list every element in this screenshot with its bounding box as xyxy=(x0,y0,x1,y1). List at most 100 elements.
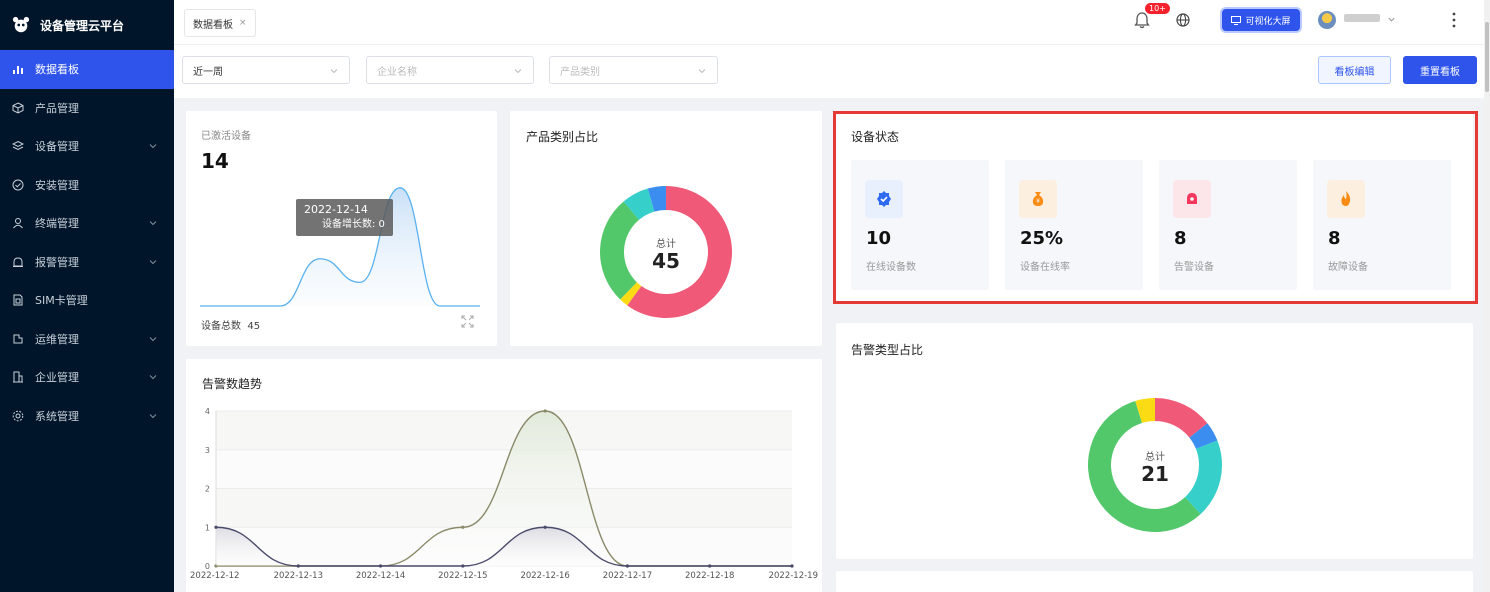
sidebar-item-7[interactable]: 运维管理 xyxy=(0,320,174,359)
globe-icon[interactable] xyxy=(1176,13,1190,27)
chevron-down-icon xyxy=(149,336,157,341)
app-logo[interactable]: 设备管理云平台 xyxy=(0,0,174,50)
category-placeholder: 产品类别 xyxy=(560,66,600,78)
chevron-down-icon xyxy=(149,144,157,149)
bell-icon[interactable] xyxy=(1134,11,1150,29)
trend-point-0-5[interactable] xyxy=(625,564,630,568)
sidebar-item-6[interactable]: SIM卡管理 xyxy=(0,281,174,320)
tab-close-icon[interactable]: × xyxy=(239,18,247,28)
product-total: 总计 45 xyxy=(626,235,706,272)
sidebar-item-label: 运维管理 xyxy=(35,332,79,346)
activated-devices-card: 已激活设备 14 2022-12-14 设备增长数: 0 设备总数 45 xyxy=(186,111,497,346)
y-tick-label: 3 xyxy=(205,446,210,455)
gear-icon xyxy=(12,410,24,422)
check-circle-icon xyxy=(12,179,24,191)
alarm-trend-title: 告警数趋势 xyxy=(202,377,263,391)
next-card-partial xyxy=(836,571,1473,592)
sidebar-item-4[interactable]: 终端管理 xyxy=(0,204,174,243)
scrollbar-thumb[interactable] xyxy=(1485,22,1489,92)
chevron-down-icon xyxy=(514,69,522,74)
product-category-title: 产品类别占比 xyxy=(526,130,599,144)
trend-point-0-4[interactable] xyxy=(543,525,547,529)
sidebar-item-label: 数据看板 xyxy=(35,63,79,77)
sidebar-item-9[interactable]: 系统管理 xyxy=(0,397,174,436)
alarm-total-label: 总计 xyxy=(1145,452,1165,463)
grid-band-3 xyxy=(216,411,792,450)
chevron-down-icon xyxy=(149,221,157,226)
trend-point-1-4[interactable] xyxy=(543,409,547,413)
total-value: 45 xyxy=(247,321,261,332)
edit-dashboard-button[interactable]: 看板编辑 xyxy=(1318,56,1391,84)
x-tick-label: 2022-12-16 xyxy=(520,571,569,581)
alarm-trend-card: 告警数趋势 0 1 2 3 4 2022-12-12 2022-12-13 2022-12-1… xyxy=(186,359,822,592)
chevron-down-icon xyxy=(330,69,338,74)
alarm-total: 总计 21 xyxy=(1115,448,1195,485)
trend-point-0-0[interactable] xyxy=(214,525,218,529)
filter-bar: 近一周 企业名称 产品类别 看板编辑 重置看板 xyxy=(174,45,1490,98)
trend-point-0-1[interactable] xyxy=(296,564,300,568)
sidebar-menu: 数据看板产品管理 设备管理安装管理终端管理报警管理 SIM卡管理运维管理企业管理系统… xyxy=(0,50,174,435)
x-tick-label: 2022-12-14 xyxy=(356,571,405,581)
sidebar-item-1[interactable]: 产品管理 xyxy=(0,89,174,128)
x-tick-label: 2022-12-18 xyxy=(685,571,734,581)
logo-icon xyxy=(12,16,30,33)
sidebar-item-0[interactable]: 数据看板 xyxy=(0,50,174,89)
notification-badge: 10+ xyxy=(1145,3,1170,14)
alarm-icon xyxy=(13,257,23,267)
chevron-down-icon xyxy=(149,375,157,380)
cube-icon xyxy=(12,102,24,114)
tooltip-text: 设备增长数: 0 xyxy=(322,219,385,230)
trend-point-1-3[interactable] xyxy=(461,525,465,529)
alarm-type-card: 告警类型占比 总计 21 xyxy=(836,323,1473,559)
x-tick-label: 2022-12-13 xyxy=(274,571,323,581)
trend-point-0-2[interactable] xyxy=(378,564,383,568)
sidebar: 设备管理云平台 数据看板产品管理 设备管理安装管理终端管理报警管理 SIM卡管理运维… xyxy=(0,0,174,592)
chevron-down-icon[interactable] xyxy=(1387,15,1396,24)
chevron-down-icon xyxy=(149,259,157,264)
sidebar-item-8[interactable]: 企业管理 xyxy=(0,358,174,397)
x-tick-label: 2022-12-19 xyxy=(769,571,818,581)
visual-screen-label: 可视化大屏 xyxy=(1245,16,1291,27)
product-total-label: 总计 xyxy=(656,239,676,250)
tool-icon xyxy=(13,334,23,344)
y-tick-label: 0 xyxy=(205,562,210,571)
y-tick-label: 1 xyxy=(205,523,210,532)
sidebar-item-5[interactable]: 报警管理 xyxy=(0,243,174,282)
sim-card-icon xyxy=(13,294,23,306)
sidebar-item-3[interactable]: 安装管理 xyxy=(0,166,174,205)
expand-icon[interactable] xyxy=(461,315,474,328)
y-tick-label: 2 xyxy=(205,485,210,494)
visual-screen-button[interactable]: 可视化大屏 xyxy=(1222,9,1300,31)
avatar[interactable] xyxy=(1318,11,1336,29)
trend-point-0-3[interactable] xyxy=(461,564,465,568)
x-tick-label: 2022-12-12 xyxy=(190,571,239,581)
product-total-value: 45 xyxy=(652,249,680,273)
top-bar: 数据看板 × 10+ 可视化大屏 xyxy=(174,0,1490,45)
highlight-box xyxy=(833,111,1478,304)
sidebar-item-label: 报警管理 xyxy=(35,255,79,269)
company-select[interactable]: 企业名称 xyxy=(366,56,534,84)
sidebar-item-label: 安装管理 xyxy=(35,178,79,192)
reset-dashboard-button[interactable]: 重置看板 xyxy=(1403,56,1477,84)
category-select[interactable]: 产品类别 xyxy=(549,56,718,84)
tooltip-date: 2022-12-14 xyxy=(304,203,368,216)
tab-dashboard[interactable]: 数据看板 × xyxy=(184,9,256,37)
alarm-total-value: 21 xyxy=(1141,462,1169,486)
username-redacted[interactable] xyxy=(1344,14,1380,22)
more-vertical-icon[interactable] xyxy=(1452,12,1456,28)
activated-label: 已激活设备 xyxy=(201,131,251,142)
tab-label: 数据看板 xyxy=(193,19,233,31)
y-tick-label: 4 xyxy=(205,407,210,416)
sidebar-item-label: 企业管理 xyxy=(35,371,79,385)
bar-chart-icon xyxy=(13,66,23,75)
x-tick-label: 2022-12-15 xyxy=(438,571,487,581)
product-category-card: 产品类别占比 总计 45 xyxy=(510,111,822,346)
sidebar-item-2[interactable]: 设备管理 xyxy=(0,127,174,166)
monitor-icon xyxy=(1231,15,1242,25)
x-tick-label: 2022-12-17 xyxy=(603,571,652,581)
trend-point-0-6[interactable] xyxy=(708,564,712,568)
alarm-type-title: 告警类型占比 xyxy=(851,343,924,357)
page-scrollbar[interactable] xyxy=(1484,0,1490,592)
trend-point-0-7[interactable] xyxy=(790,564,794,568)
period-select[interactable]: 近一周 xyxy=(182,56,350,84)
